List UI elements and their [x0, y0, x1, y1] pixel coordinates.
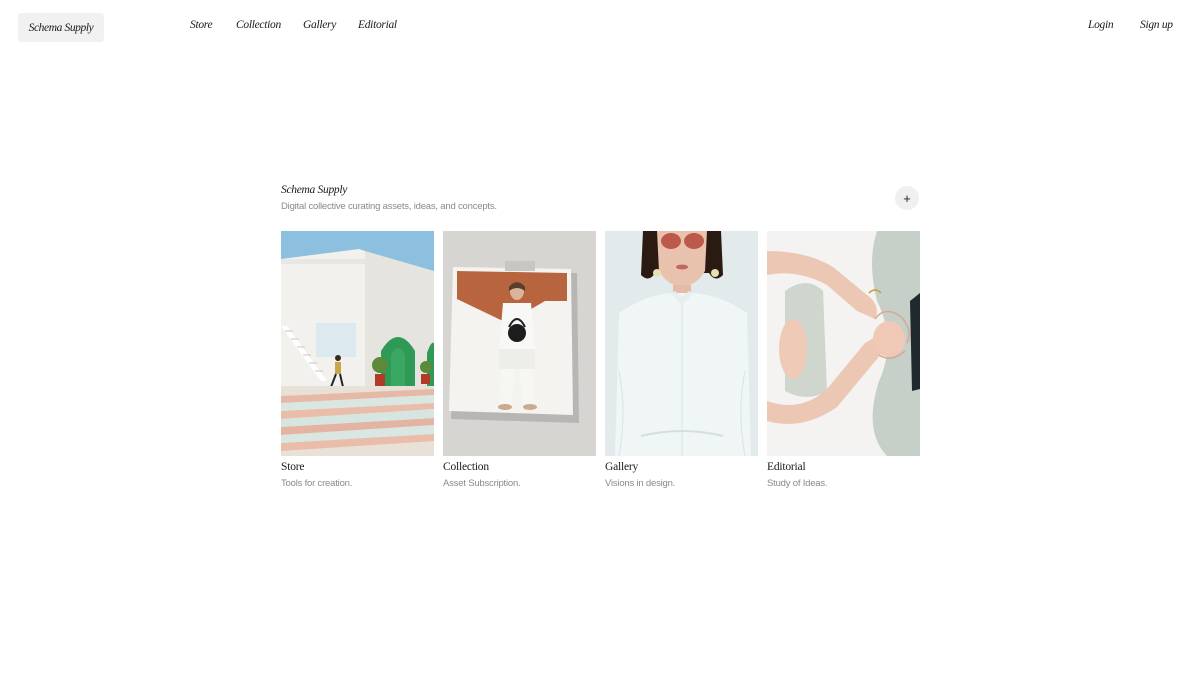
card-subtitle: Study of Ideas.	[767, 478, 828, 489]
login-link[interactable]: Login	[1088, 19, 1114, 31]
card-title: Gallery	[605, 461, 639, 473]
plus-icon: +	[903, 190, 911, 206]
card-title: Store	[281, 461, 305, 473]
nav-gallery[interactable]: Gallery	[303, 19, 336, 31]
signup-link[interactable]: Sign up	[1140, 19, 1173, 31]
intro-title: Schema Supply	[281, 184, 348, 196]
nav-store[interactable]: Store	[190, 19, 213, 31]
hands-photo	[767, 231, 920, 456]
logo-button[interactable]: Schema Supply	[18, 13, 104, 42]
architecture-photo	[281, 231, 434, 456]
card-title: Editorial	[767, 461, 806, 473]
expand-button[interactable]: +	[895, 186, 919, 210]
card-gallery[interactable]: Gallery Visions in design.	[605, 231, 758, 489]
card-subtitle: Asset Subscription.	[443, 478, 521, 489]
card-subtitle: Visions in design.	[605, 478, 676, 489]
card-collection[interactable]: Collection Asset Subscription.	[443, 231, 596, 489]
card-subtitle: Tools for creation.	[281, 478, 353, 489]
card-editorial[interactable]: Editorial Study of Ideas.	[767, 231, 920, 489]
card-store[interactable]: Store Tools for creation.	[281, 231, 434, 489]
logo-text: Schema Supply	[28, 21, 94, 34]
card-title: Collection	[443, 461, 489, 473]
nav-editorial[interactable]: Editorial	[358, 19, 397, 31]
intro-description: Digital collective curating assets, idea…	[281, 201, 497, 212]
portrait-photo	[605, 231, 758, 456]
nav-collection[interactable]: Collection	[236, 19, 281, 31]
fashion-print-photo	[443, 231, 596, 456]
